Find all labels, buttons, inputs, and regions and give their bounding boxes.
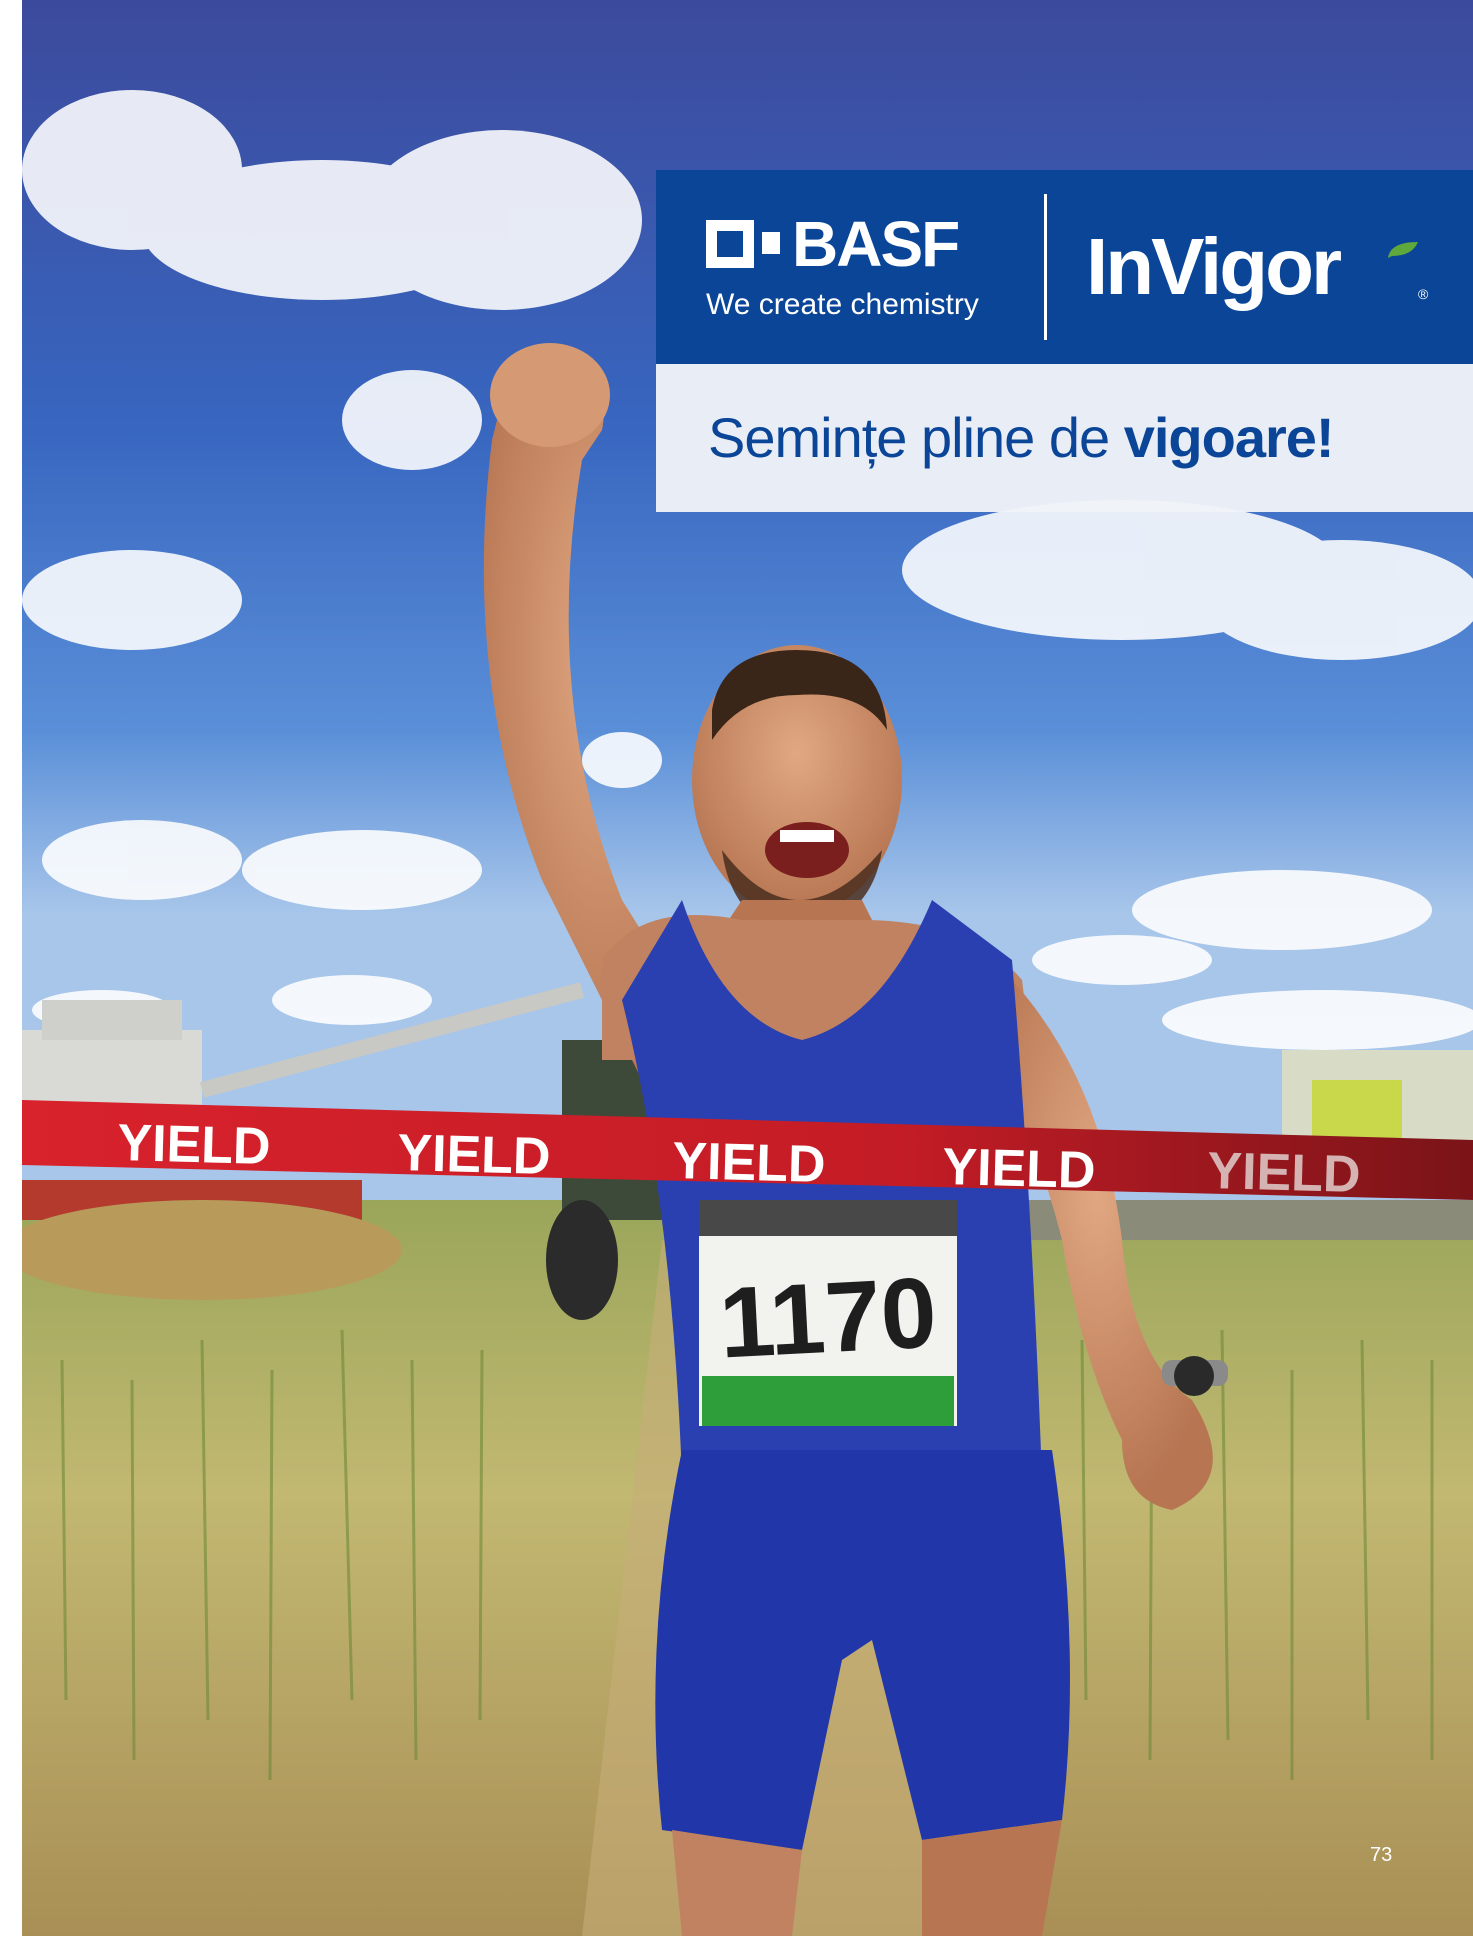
ribbon-word: YIELD — [117, 1114, 272, 1176]
ribbon-word: YIELD — [942, 1138, 1097, 1200]
slogan: Semințe pline de vigoare! — [708, 406, 1335, 470]
advertisement-page: YIELD YIELD YIELD YIELD YIELD 1170 BASF … — [22, 0, 1473, 1936]
slogan-regular: Semințe pline de — [708, 406, 1124, 469]
ribbon-word: YIELD — [397, 1124, 552, 1186]
smartwatch-face — [1174, 1356, 1214, 1396]
ribbon-word: YIELD — [1207, 1142, 1362, 1204]
slogan-banner: Semințe pline de vigoare! — [656, 364, 1473, 512]
raised-fist — [490, 343, 610, 447]
right-leg — [922, 1820, 1062, 1936]
race-bib: 1170 — [699, 1200, 957, 1426]
bib-number: 1170 — [717, 1256, 940, 1379]
basf-logo-mark-icon — [706, 218, 780, 270]
brand-banner: BASF We create chemistry InVigor ® — [656, 170, 1473, 364]
runner-teeth — [780, 830, 834, 842]
leaf-icon — [1388, 242, 1418, 258]
page-number: 73 — [1370, 1844, 1393, 1866]
basf-wordmark: BASF — [792, 208, 960, 280]
invigor-logo: InVigor — [1086, 222, 1342, 311]
ribbon-word: YIELD — [672, 1132, 827, 1194]
basf-logo: BASF We create chemistry — [706, 212, 1006, 328]
basf-tagline: We create chemistry — [706, 288, 979, 321]
registered-mark: ® — [1418, 286, 1429, 302]
brand-divider — [1044, 194, 1047, 340]
slogan-bold: vigoare! — [1123, 406, 1335, 469]
